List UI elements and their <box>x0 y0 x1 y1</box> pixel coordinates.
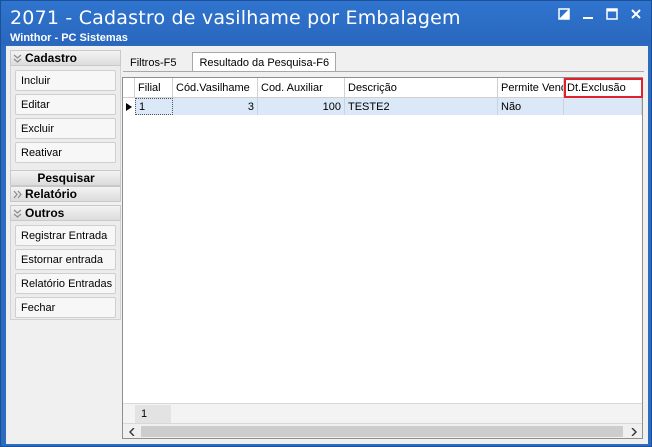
collapse-chevron-icon <box>11 206 24 220</box>
incluir-button[interactable]: Incluir <box>15 70 116 91</box>
menu-group-pesquisar[interactable]: Pesquisar <box>10 170 121 186</box>
menu-group-outros-body: Registrar Entrada Estornar entrada Relat… <box>10 221 121 320</box>
column-header-cod-vasilhame[interactable]: Cód.Vasilhame <box>173 78 258 98</box>
column-header-dt-exclusao[interactable]: Dt.Exclusão <box>564 78 643 98</box>
column-header-filial[interactable]: Filial <box>135 78 173 98</box>
menu-group-label: Cadastro <box>25 51 78 65</box>
relatorio-entradas-button[interactable]: Relatório Entradas <box>15 273 116 294</box>
column-header-permite-venda[interactable]: Permite Vend <box>498 78 564 98</box>
menu-group-label: Relatório <box>25 187 78 201</box>
reativar-button[interactable]: Reativar <box>15 142 116 163</box>
window-controls <box>555 6 645 22</box>
cell-cod-vasilhame[interactable]: 3 <box>173 98 258 115</box>
estornar-entrada-button[interactable]: Estornar entrada <box>15 249 116 270</box>
scroll-right-icon[interactable] <box>625 424 642 439</box>
excluir-button[interactable]: Excluir <box>15 118 116 139</box>
maximize-icon[interactable] <box>603 6 621 22</box>
window-subtitle: Winthor - PC Sistemas <box>10 32 128 44</box>
editar-button[interactable]: Editar <box>15 94 116 115</box>
menu-group-label: Outros <box>25 206 65 220</box>
record-count: 1 <box>135 405 171 423</box>
side-menu: Cadastro Incluir Editar Excluir Reativar… <box>10 50 121 320</box>
cell-filial[interactable]: 1 <box>135 98 173 115</box>
tab-bar: Filtros-F5 Resultado da Pesquisa-F6 <box>124 52 337 72</box>
app-window: 2071 - Cadastro de vasilhame por Embalag… <box>0 0 652 447</box>
column-header-cod-auxiliar[interactable]: Cod. Auxiliar <box>258 78 345 98</box>
table-row[interactable]: 1 3 100 TESTE2 Não <box>123 98 642 115</box>
title-bar: 2071 - Cadastro de vasilhame por Embalag… <box>1 1 651 45</box>
client-area: Cadastro Incluir Editar Excluir Reativar… <box>6 46 648 444</box>
scrollbar-thumb[interactable] <box>141 426 623 437</box>
menu-group-cadastro[interactable]: Cadastro <box>10 50 121 66</box>
collapse-chevron-icon <box>11 51 24 65</box>
results-grid[interactable]: Filial Cód.Vasilhame Cod. Auxiliar Descr… <box>122 77 643 439</box>
menu-group-relatorio[interactable]: Relatório <box>10 186 121 202</box>
menu-group-label: Pesquisar <box>37 171 95 185</box>
expand-chevron-icon <box>11 187 24 201</box>
horizontal-scrollbar[interactable] <box>123 423 642 438</box>
cell-permite-venda[interactable]: Não <box>498 98 564 115</box>
cell-dt-exclusao[interactable] <box>564 98 642 115</box>
row-indicator-header <box>123 78 135 98</box>
scroll-left-icon[interactable] <box>123 424 140 439</box>
menu-group-outros[interactable]: Outros <box>10 205 121 221</box>
column-header-descricao[interactable]: Descrição <box>345 78 498 98</box>
tab-filtros[interactable]: Filtros-F5 <box>124 54 182 72</box>
cell-descricao[interactable]: TESTE2 <box>345 98 498 115</box>
grid-header: Filial Cód.Vasilhame Cod. Auxiliar Descr… <box>123 78 643 98</box>
tab-divider <box>123 71 644 72</box>
menu-group-cadastro-body: Incluir Editar Excluir Reativar <box>10 66 121 172</box>
tab-resultado-pesquisa[interactable]: Resultado da Pesquisa-F6 <box>192 52 337 72</box>
grid-footer: 1 <box>123 403 642 423</box>
close-icon[interactable] <box>627 6 645 22</box>
minimize-icon[interactable] <box>579 6 597 22</box>
cell-cod-auxiliar[interactable]: 100 <box>258 98 345 115</box>
restore-icon[interactable] <box>555 6 573 22</box>
window-title: 2071 - Cadastro de vasilhame por Embalag… <box>10 7 461 29</box>
registrar-entrada-button[interactable]: Registrar Entrada <box>15 225 116 246</box>
fechar-button[interactable]: Fechar <box>15 297 116 318</box>
